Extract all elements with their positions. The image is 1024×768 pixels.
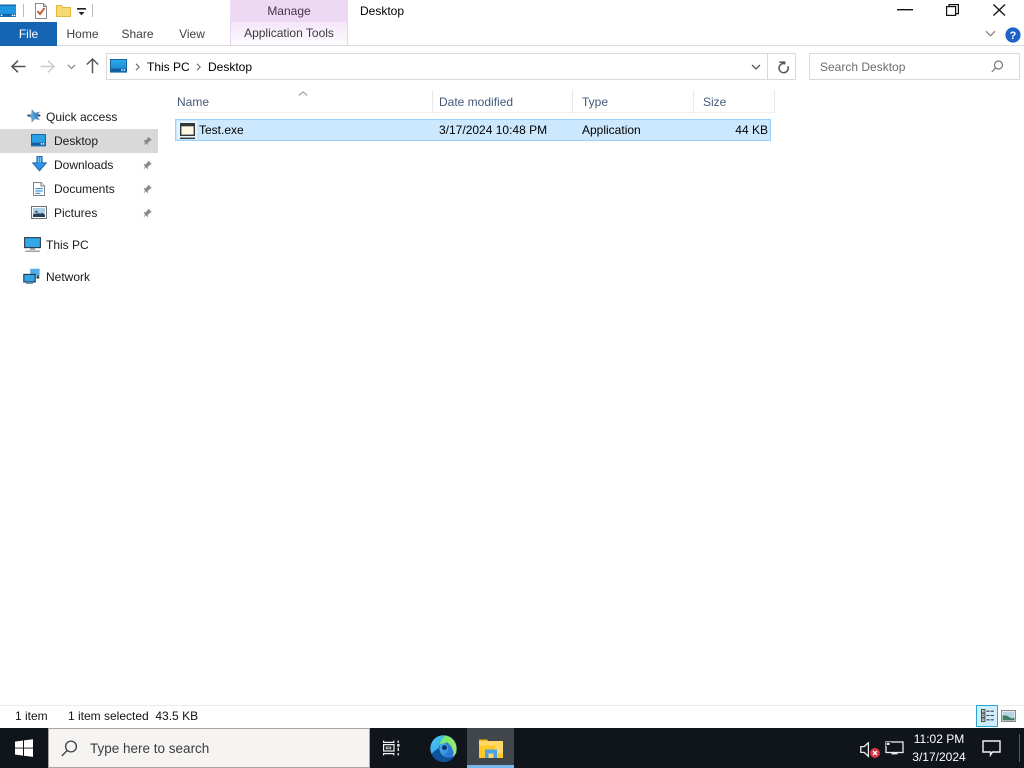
svg-text:?: ? bbox=[1010, 30, 1017, 42]
